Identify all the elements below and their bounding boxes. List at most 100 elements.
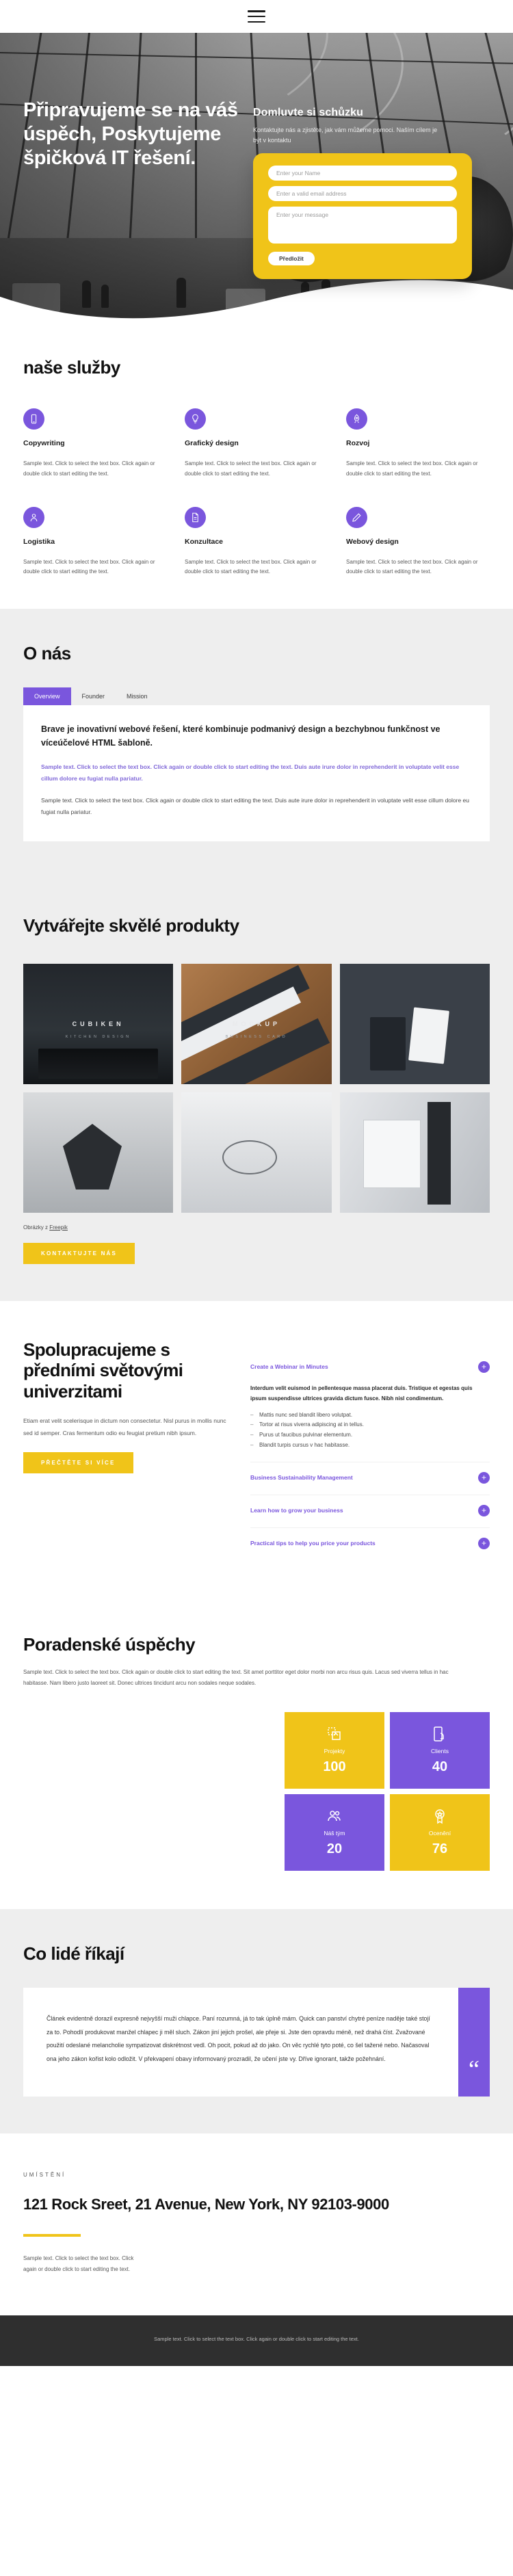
burger-line xyxy=(248,10,265,12)
gallery-item[interactable] xyxy=(339,1092,490,1213)
service-name: Logistika xyxy=(23,537,55,546)
plus-icon[interactable]: + xyxy=(478,1537,490,1549)
stats-grid: Projekty 100 Clients 40 Náš tým 20 Oceně… xyxy=(285,1711,490,1871)
service-card[interactable]: Webový design Sample text. Click to sele… xyxy=(346,506,490,578)
team-icon xyxy=(328,1810,341,1821)
gallery-item[interactable] xyxy=(339,963,490,1084)
plus-icon[interactable]: + xyxy=(478,1361,490,1373)
about-tab-panel: Brave je inovativní webové řešení, které… xyxy=(23,705,490,841)
award-badge-icon xyxy=(435,1809,445,1824)
image-credit: Obrázky z Freepik xyxy=(23,1224,490,1231)
accordion-header[interactable]: Create a Webinar in Minutes + xyxy=(250,1361,490,1373)
freepik-link[interactable]: Freepik xyxy=(49,1224,68,1231)
services-section: naše služby Copywriting Sample text. Cli… xyxy=(0,320,513,609)
hero-headline: Připravujeme se na váš úspěch, Poskytuje… xyxy=(23,99,238,169)
document-icon xyxy=(185,506,206,528)
footer-text: Sample text. Click to select the text bo… xyxy=(154,2336,359,2343)
products-section: Vytvářejte skvělé produkty CUBIKEN KITCH… xyxy=(0,879,513,1301)
hero-contact-column: Domluvte si schůzku Kontaktujte nás a zj… xyxy=(253,107,479,279)
submit-button[interactable]: Předložit xyxy=(268,251,315,265)
products-title: Vytvářejte skvělé produkty xyxy=(23,915,239,936)
gallery-item[interactable] xyxy=(181,1092,332,1213)
name-input[interactable]: Enter your Name xyxy=(268,165,457,181)
about-accent-text: Sample text. Click to select the text bo… xyxy=(41,763,460,782)
service-text: Sample text. Click to select the text bo… xyxy=(346,460,478,477)
service-text: Sample text. Click to select the text bo… xyxy=(346,558,478,575)
service-text: Sample text. Click to select the text bo… xyxy=(185,460,317,477)
gallery-item[interactable] xyxy=(23,1092,174,1213)
stats-section: Poradenské úspěchy Sample text. Click to… xyxy=(0,1598,513,1909)
image-credit-prefix: Obrázky z xyxy=(23,1224,50,1231)
list-item: Mattis nunc sed blandit libero volutpat. xyxy=(250,1410,490,1421)
stat-value: 40 xyxy=(432,1759,448,1774)
gallery-item[interactable]: MOCKUP BUSINESS CARD xyxy=(181,963,332,1084)
burger-line xyxy=(248,21,265,23)
testimonial-card: Článek evidentně dorazil expresně nejvyš… xyxy=(23,1987,490,2097)
stat-card: Náš tým 20 xyxy=(285,1793,384,1871)
gallery-item[interactable]: CUBIKEN KITCHEN DESIGN xyxy=(23,963,174,1084)
about-section: O nás Overview Founder Mission Brave je … xyxy=(0,609,513,880)
email-input[interactable]: Enter a valid email address xyxy=(268,185,457,201)
testimonial-section: Co lidé říkají Článek evidentně dorazil … xyxy=(0,1908,513,2133)
accordion-header[interactable]: Learn how to grow your business + xyxy=(250,1504,490,1516)
accordion-item: Create a Webinar in Minutes + Interdum v… xyxy=(250,1352,490,1462)
burger-line xyxy=(248,15,265,18)
testimonial-title: Co lidé říkají xyxy=(23,1943,124,1964)
tab-founder[interactable]: Founder xyxy=(71,687,116,705)
universities-section: Spolupracujeme s předními světovými univ… xyxy=(0,1300,513,1599)
quote-icon: “ xyxy=(469,2055,479,2083)
location-kicker: UMÍSTĚNÍ xyxy=(23,2171,66,2178)
accordion-title: Practical tips to help you price your pr… xyxy=(250,1540,376,1547)
top-navigation-bar xyxy=(0,0,513,33)
read-more-button[interactable]: PŘEČTĚTE SI VÍCE xyxy=(23,1451,133,1473)
service-card[interactable]: Rozvoj Sample text. Click to select the … xyxy=(346,408,490,479)
contact-us-button[interactable]: KONTAKTUJTE NÁS xyxy=(23,1242,135,1264)
accordion-header[interactable]: Practical tips to help you price your pr… xyxy=(250,1537,490,1549)
contact-form-subtitle: Kontaktujte nás a zjistěte, jak vám může… xyxy=(253,127,438,144)
service-card[interactable]: Grafický design Sample text. Click to se… xyxy=(185,408,328,479)
stat-label: Náš tým xyxy=(324,1829,345,1837)
location-section: UMÍSTĚNÍ 121 Rock Sreet, 21 Avenue, New … xyxy=(0,2133,513,2316)
accordion-item: Business Sustainability Management + xyxy=(250,1462,490,1495)
stat-card: Ocenění 76 xyxy=(390,1793,490,1871)
accordion-header[interactable]: Business Sustainability Management + xyxy=(250,1471,490,1484)
lightbulb-icon xyxy=(185,408,206,430)
service-name: Grafický design xyxy=(185,439,239,447)
stat-value: 76 xyxy=(432,1841,448,1856)
accordion-title: Business Sustainability Management xyxy=(250,1474,353,1482)
service-card[interactable]: Konzultace Sample text. Click to select … xyxy=(185,506,328,578)
hamburger-menu-icon[interactable] xyxy=(248,10,265,23)
contact-form-title: Domluvte si schůzku xyxy=(253,107,364,118)
location-address: 121 Rock Sreet, 21 Avenue, New York, NY … xyxy=(23,2195,389,2213)
list-item: Purus ut faucibus pulvinar elementum. xyxy=(250,1430,490,1441)
universities-accordion: Create a Webinar in Minutes + Interdum v… xyxy=(250,1339,490,1560)
plus-icon[interactable]: + xyxy=(478,1471,490,1484)
contact-form-card: Enter your Name Enter a valid email addr… xyxy=(253,153,472,279)
message-textarea[interactable]: Enter your message xyxy=(268,206,457,244)
landing-page: Připravujeme se na váš úspěch, Poskytuje… xyxy=(0,0,513,2367)
service-card[interactable]: Logistika Sample text. Click to select t… xyxy=(23,506,167,578)
service-card[interactable]: Copywriting Sample text. Click to select… xyxy=(23,408,167,479)
gallery-item-sublabel: BUSINESS CARD xyxy=(225,1034,288,1039)
service-name: Copywriting xyxy=(23,439,65,447)
stats-title: Poradenské úspěchy xyxy=(23,1633,196,1655)
stat-card: Projekty 100 xyxy=(285,1711,384,1789)
tab-overview[interactable]: Overview xyxy=(23,687,71,706)
plus-icon[interactable]: + xyxy=(478,1504,490,1516)
pencil-icon xyxy=(346,506,367,528)
gallery-item-sublabel: KITCHEN DESIGN xyxy=(65,1034,131,1039)
service-name: Rozvoj xyxy=(346,439,370,447)
stat-label: Projekty xyxy=(324,1747,345,1754)
accordion-item: Learn how to grow your business + xyxy=(250,1495,490,1528)
gallery-item-label: CUBIKEN xyxy=(72,1020,124,1027)
products-gallery: CUBIKEN KITCHEN DESIGN MOCKUP BUSINESS C… xyxy=(23,963,490,1213)
design-file-icon xyxy=(328,1726,341,1740)
tap-phone-icon xyxy=(434,1726,444,1742)
about-tabs: Overview Founder Mission xyxy=(23,687,490,706)
page-footer: Sample text. Click to select the text bo… xyxy=(0,2315,513,2367)
tab-mission[interactable]: Mission xyxy=(116,687,159,705)
accordion-lead: Interdum velit euismod in pellentesque m… xyxy=(250,1384,473,1402)
list-item: Blandit turpis cursus v hac habitasse. xyxy=(250,1441,490,1451)
about-body-text: Sample text. Click to select the text bo… xyxy=(41,796,470,815)
service-name: Webový design xyxy=(346,537,399,546)
